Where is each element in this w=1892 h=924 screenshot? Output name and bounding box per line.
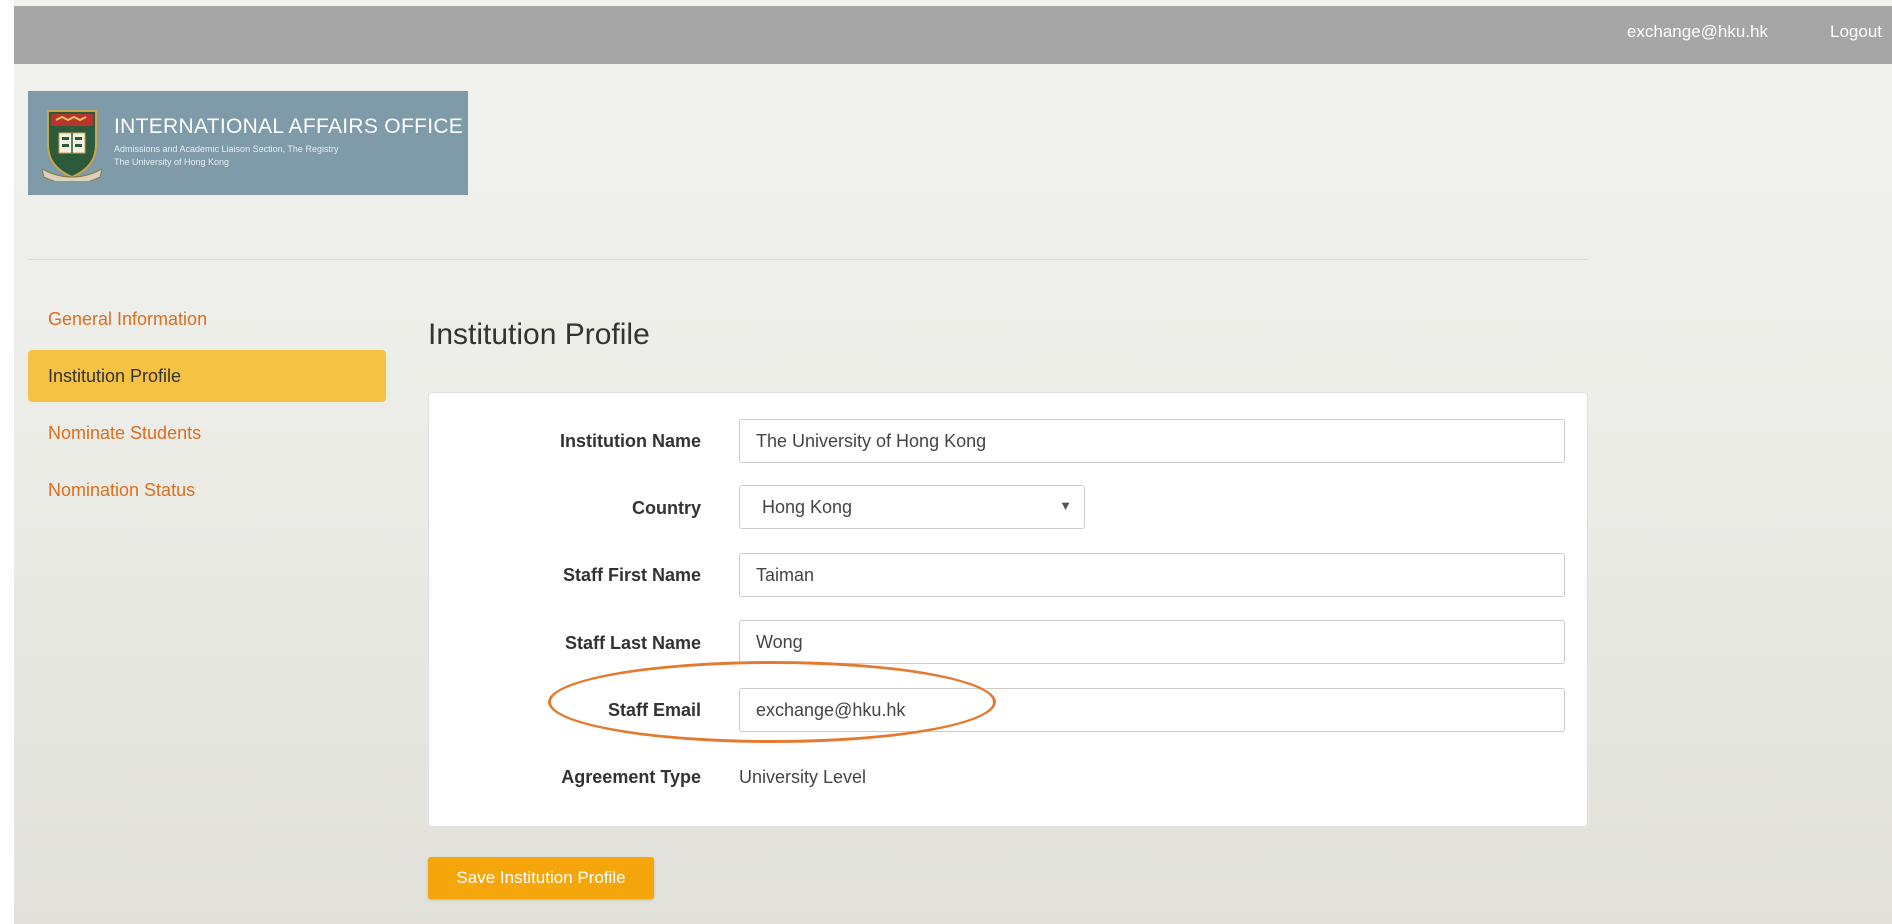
user-email: exchange@hku.hk: [1626, 22, 1768, 41]
staff-last-name-label: Staff Last Name: [564, 633, 701, 653]
logout-link[interactable]: Logout: [1830, 22, 1882, 42]
hku-crest-icon: [42, 110, 102, 181]
country-selected-value: Hong Kong: [762, 497, 853, 517]
top-bar: exchange@hku.hk Logout: [14, 6, 1892, 64]
save-institution-profile-button[interactable]: Save Institution Profile: [428, 857, 654, 899]
logo-title: INTERNATIONAL AFFAIRS OFFICE: [114, 115, 464, 138]
agreement-type-value: University Level: [739, 767, 867, 787]
left-edge-strip: [0, 0, 14, 924]
staff-last-name-input[interactable]: [739, 620, 1565, 664]
country-select[interactable]: Hong Kong ▼: [739, 485, 1085, 529]
sidebar-item-institution-profile[interactable]: Institution Profile: [28, 350, 386, 402]
sidebar-item-general-information[interactable]: General Information: [28, 293, 386, 345]
staff-email-input[interactable]: [739, 688, 1565, 732]
site-logo[interactable]: INTERNATIONAL AFFAIRS OFFICE Admissions …: [28, 91, 468, 195]
staff-first-name-input[interactable]: [739, 553, 1565, 597]
logo-subtitle-line2: The University of Hong Kong: [114, 157, 230, 167]
agreement-type-label: Agreement Type: [561, 767, 701, 787]
sidebar-item-nominate-students[interactable]: Nominate Students: [28, 407, 386, 459]
country-label: Country: [632, 498, 701, 518]
page-title: Institution Profile: [428, 318, 650, 351]
logo-subtitle: Admissions and Academic Liaison Section,…: [114, 143, 338, 169]
sidebar-item-nomination-status[interactable]: Nomination Status: [28, 464, 386, 516]
caret-down-icon: ▼: [1059, 498, 1072, 513]
institution-profile-form: Institution Name Country Hong Kong ▼ Sta…: [428, 392, 1588, 827]
institution-name-input[interactable]: [739, 419, 1565, 463]
institution-name-label: Institution Name: [559, 431, 701, 451]
header-divider: [28, 259, 1588, 260]
logo-subtitle-line1: Admissions and Academic Liaison Section,…: [114, 144, 339, 154]
staff-first-name-label: Staff First Name: [562, 565, 701, 585]
staff-email-label: Staff Email: [607, 700, 701, 720]
